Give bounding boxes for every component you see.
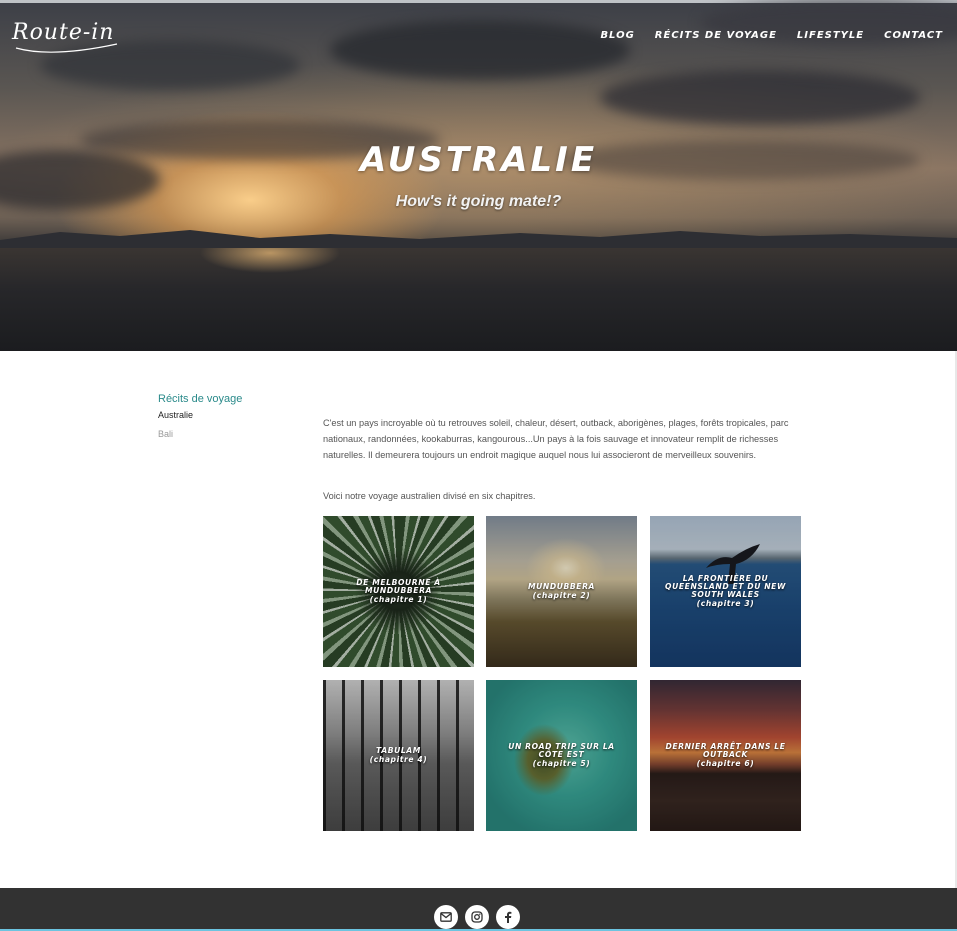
chapter-title: Mundubbera bbox=[527, 582, 596, 591]
site-logo[interactable]: Route-in bbox=[12, 18, 122, 58]
chapter-title: De Melbourne à Mundubbera bbox=[356, 578, 441, 595]
facebook-link[interactable] bbox=[496, 905, 520, 929]
chapter-tile-5[interactable]: Un road trip sur la côte est (chapitre 5… bbox=[486, 680, 637, 831]
chapter-number: (chapitre 4) bbox=[369, 755, 428, 764]
chapter-caption: Dernier arrêt dans le Outback (chapitre … bbox=[650, 743, 801, 768]
chapter-caption: Tabulam (chapitre 4) bbox=[358, 747, 440, 764]
chapter-title: Dernier arrêt dans le Outback bbox=[665, 742, 786, 759]
chapter-caption: De Melbourne à Mundubbera (chapitre 1) bbox=[323, 579, 474, 604]
chapter-title: Tabulam bbox=[376, 746, 421, 755]
sidebar-item-australie[interactable]: Australie bbox=[158, 410, 298, 420]
chapter-title: La frontière du Queensland et du New Sou… bbox=[665, 574, 786, 599]
chapter-number: (chapitre 5) bbox=[532, 759, 591, 768]
chapter-number: (chapitre 3) bbox=[696, 599, 755, 608]
nav-blog[interactable]: BLOG bbox=[600, 30, 634, 41]
logo-text: Route-in bbox=[12, 20, 115, 45]
page-title: AUSTRALIE bbox=[359, 140, 598, 180]
nav-recits-de-voyage[interactable]: RÉCITS DE VOYAGE bbox=[655, 30, 777, 41]
nav-lifestyle[interactable]: LIFESTYLE bbox=[797, 30, 864, 41]
facebook-icon bbox=[505, 911, 512, 923]
nav-contact[interactable]: CONTACT bbox=[884, 30, 943, 41]
mail-icon bbox=[440, 912, 452, 922]
chapter-tile-4[interactable]: Tabulam (chapitre 4) bbox=[323, 680, 474, 831]
chapter-title: Un road trip sur la côte est bbox=[508, 742, 615, 759]
chapter-caption: Mundubbera (chapitre 2) bbox=[516, 583, 607, 600]
cloud bbox=[330, 20, 630, 80]
chapter-caption: Un road trip sur la côte est (chapitre 5… bbox=[486, 743, 637, 768]
chapter-tile-6[interactable]: Dernier arrêt dans le Outback (chapitre … bbox=[650, 680, 801, 831]
hero-banner: Route-in BLOG RÉCITS DE VOYAGE LIFESTYLE… bbox=[0, 0, 957, 351]
sidebar-item-bali[interactable]: Bali bbox=[158, 429, 298, 439]
mail-link[interactable] bbox=[434, 905, 458, 929]
footer bbox=[0, 888, 957, 931]
intro-paragraph: C'est un pays incroyable où tu retrouves… bbox=[323, 418, 789, 460]
sidebar: Récits de voyage Australie Bali bbox=[158, 393, 298, 448]
chapter-number: (chapitre 6) bbox=[696, 759, 755, 768]
page-subtitle: How's it going mate!? bbox=[395, 193, 562, 210]
water bbox=[0, 248, 957, 351]
sun-reflection bbox=[200, 248, 340, 308]
chapter-tile-1[interactable]: De Melbourne à Mundubbera (chapitre 1) bbox=[323, 516, 474, 667]
chapters-intro: Voici notre voyage australien divisé en … bbox=[323, 491, 536, 501]
instagram-link[interactable] bbox=[465, 905, 489, 929]
instagram-icon bbox=[471, 911, 483, 923]
chapter-number: (chapitre 1) bbox=[369, 595, 428, 604]
chapter-tile-2[interactable]: Mundubbera (chapitre 2) bbox=[486, 516, 637, 667]
chapter-number: (chapitre 2) bbox=[532, 591, 591, 600]
sidebar-category[interactable]: Récits de voyage bbox=[158, 393, 298, 405]
chapter-caption: La frontière du Queensland et du New Sou… bbox=[650, 575, 801, 608]
cloud bbox=[600, 70, 920, 125]
main-nav: BLOG RÉCITS DE VOYAGE LIFESTYLE CONTACT bbox=[600, 30, 943, 41]
chapter-tile-3[interactable]: La frontière du Queensland et du New Sou… bbox=[650, 516, 801, 667]
